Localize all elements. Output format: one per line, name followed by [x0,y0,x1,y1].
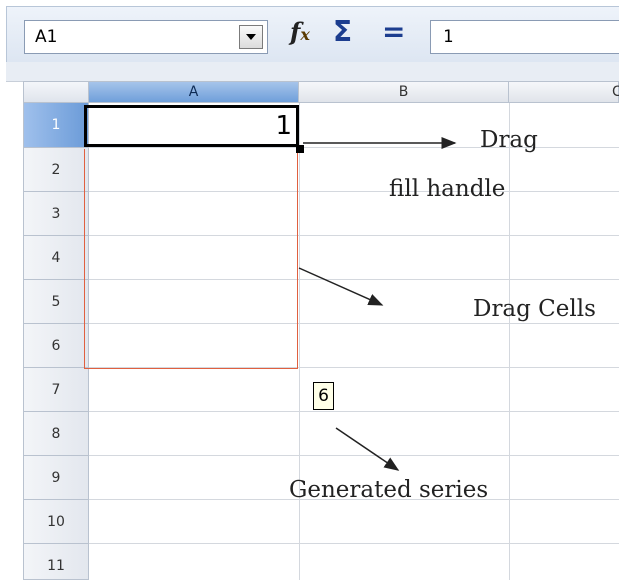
series-arrow [335,427,400,471]
annotation-generated-series: Generated series [289,477,489,503]
annotation-drag: Drag [480,127,538,153]
drag-cells-arrow [298,267,384,306]
annotation-fill-handle: fill handle [389,176,506,202]
annotation-drag-cells: Drag Cells [473,296,596,322]
